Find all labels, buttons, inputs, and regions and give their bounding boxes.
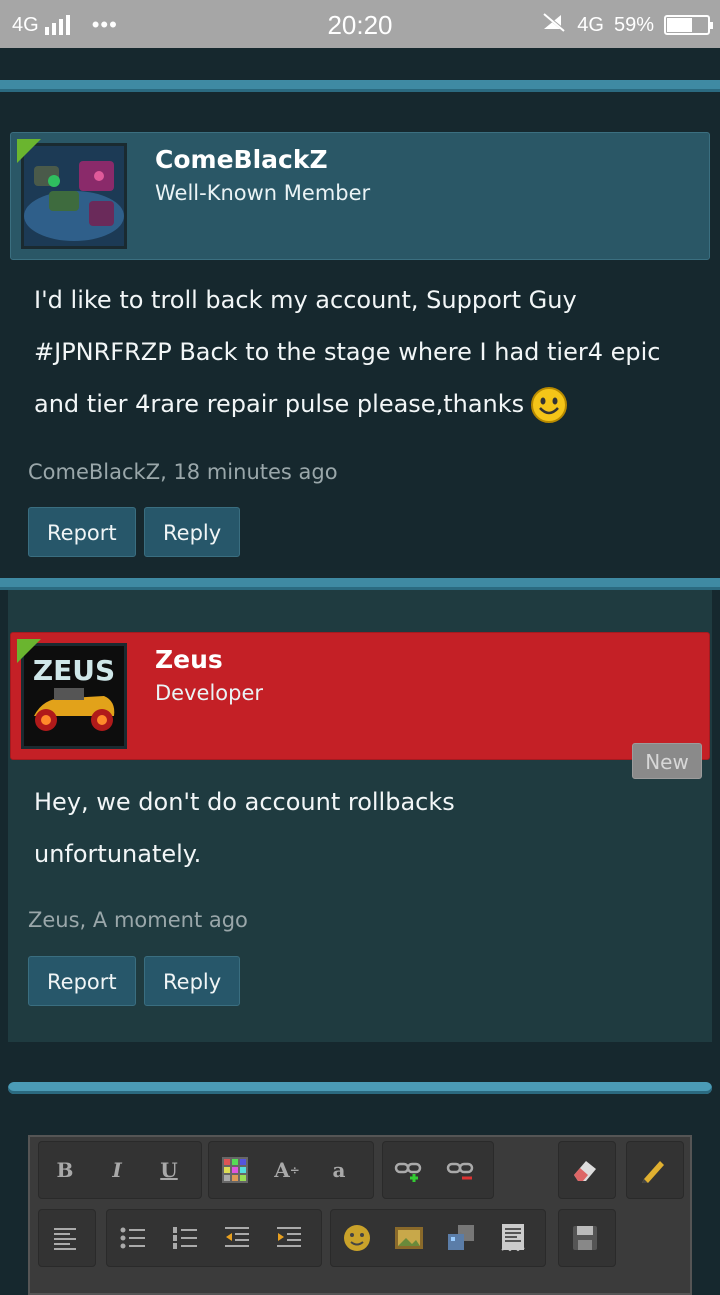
post-message-line: Hey, we don't do account rollbacks (34, 788, 455, 816)
text-style-group: B I U (38, 1141, 202, 1199)
online-indicator (17, 639, 41, 663)
author-name[interactable]: Zeus (155, 645, 223, 674)
pencil-icon[interactable] (627, 1144, 679, 1196)
color-palette-icon[interactable] (209, 1144, 261, 1196)
new-badge: New (632, 743, 702, 779)
underline-button[interactable]: U (143, 1144, 195, 1196)
image-icon[interactable] (383, 1212, 435, 1264)
indent-icon[interactable] (263, 1212, 315, 1264)
reply-editor[interactable]: B I U A ÷ a (28, 1135, 692, 1295)
post: ZEUS Zeus Developer New Hey, we don't do… (8, 590, 712, 1042)
save-group (558, 1209, 616, 1267)
post-message: I'd like to troll back my account, Suppo… (34, 274, 692, 430)
font-group: A ÷ a (208, 1141, 374, 1199)
font-family-button[interactable]: a (313, 1144, 365, 1196)
outdent-icon[interactable] (211, 1212, 263, 1264)
media-icon[interactable] (435, 1212, 487, 1264)
unlink-icon[interactable] (435, 1144, 487, 1196)
clear-format-group (558, 1141, 616, 1199)
numbered-list-icon[interactable] (159, 1212, 211, 1264)
status-bar: 4G ••• 20:20 4G 59% (0, 0, 720, 48)
bullet-list-icon[interactable] (107, 1212, 159, 1264)
reply-button[interactable]: Reply (144, 956, 241, 1006)
pencil-group (626, 1141, 684, 1199)
align-left-icon[interactable] (39, 1212, 91, 1264)
user-info-box: ZEUS Zeus Developer (10, 632, 710, 760)
post: ComeBlackZ Well-Known Member I'd like to… (8, 92, 712, 578)
eraser-icon[interactable] (559, 1144, 611, 1196)
author-role: Developer (155, 681, 264, 705)
link-icon[interactable] (383, 1144, 435, 1196)
insert-group (330, 1209, 546, 1267)
author-role: Well-Known Member (155, 181, 371, 205)
network-right-label: 4G (577, 13, 604, 36)
bold-button[interactable]: B (39, 1144, 91, 1196)
mute-icon (541, 11, 567, 39)
report-button[interactable]: Report (28, 956, 136, 1006)
save-draft-icon[interactable] (559, 1212, 611, 1264)
online-indicator (17, 139, 41, 163)
battery-icon (664, 15, 713, 35)
post-meta[interactable]: ComeBlackZ, 18 minutes ago (28, 460, 338, 484)
font-family-icon-label: a (332, 1158, 346, 1182)
font-size-button[interactable]: A ÷ (261, 1144, 313, 1196)
reply-button[interactable]: Reply (144, 507, 241, 557)
link-group (382, 1141, 494, 1199)
user-info-box: ComeBlackZ Well-Known Member (10, 132, 710, 260)
align-group (38, 1209, 96, 1267)
italic-button[interactable]: I (91, 1144, 143, 1196)
battery-percent: 59% (613, 13, 654, 36)
divider (8, 1082, 712, 1094)
smiley-icon (530, 386, 568, 424)
post-message: Hey, we don't do account rollbacks unfor… (34, 776, 692, 880)
post-meta[interactable]: Zeus, A moment ago (28, 908, 248, 932)
list-group (106, 1209, 322, 1267)
post-message-line: unfortunately. (34, 840, 202, 868)
author-name[interactable]: ComeBlackZ (155, 145, 328, 174)
divider (0, 80, 720, 92)
smiley-icon[interactable] (331, 1212, 383, 1264)
divider (0, 578, 720, 590)
report-button[interactable]: Report (28, 507, 136, 557)
font-size-icon-label: A (274, 1158, 290, 1182)
code-block-icon[interactable] (487, 1212, 539, 1264)
avatar-logo-text: ZEUS (33, 654, 115, 687)
